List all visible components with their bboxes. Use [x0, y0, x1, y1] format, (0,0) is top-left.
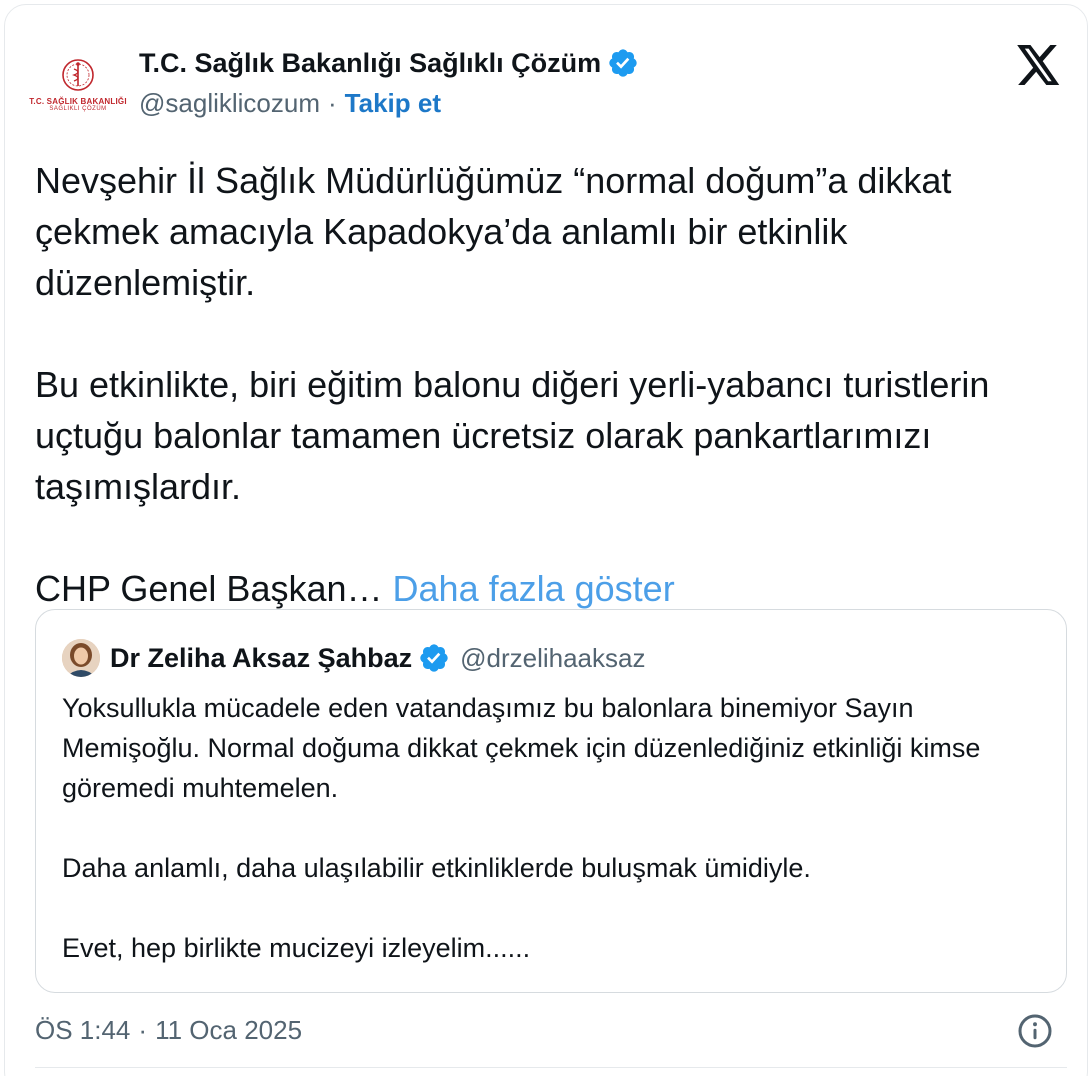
tweet-header: T.C. SAĞLIK BAKANLIĞI SAĞLIKLI ÇÖZÜM T.C…	[29, 45, 1069, 121]
handle-row: @sagliklicozum · Takip et	[139, 87, 441, 119]
show-more-link[interactable]: Daha fazla göster	[393, 568, 675, 609]
quoted-avatar[interactable]	[62, 639, 100, 677]
ministry-emblem-icon	[62, 58, 94, 91]
quoted-tweet-header: Dr Zeliha Aksaz Şahbaz @drzelihaaksaz	[62, 638, 645, 678]
quoted-handle[interactable]: @drzelihaaksaz	[460, 643, 645, 674]
name-row: T.C. Sağlık Bakanlığı Sağlıklı Çözüm	[139, 45, 639, 81]
tweet-paragraph-2: Bu etkinlikte, biri eğitim balonu diğeri…	[35, 364, 990, 507]
tweet-timestamp[interactable]: ÖS 1:44 · 11 Oca 2025	[35, 1013, 302, 1047]
tweet-date: 11 Oca 2025	[155, 1014, 303, 1045]
footer-divider	[35, 1067, 1067, 1068]
quoted-tweet[interactable]: Dr Zeliha Aksaz Şahbaz @drzelihaaksaz Yo…	[35, 609, 1067, 993]
tweet-paragraph-1: Nevşehir İl Sağlık Müdürlüğümüz “normal …	[35, 160, 952, 303]
quoted-tweet-body: Yoksullukla mücadele eden vatandaşımız b…	[62, 688, 1052, 968]
quoted-paragraph-1: Yoksullukla mücadele eden vatandaşımız b…	[62, 693, 981, 803]
tweet-body: Nevşehir İl Sağlık Müdürlüğümüz “normal …	[35, 155, 1055, 614]
tweet-time: ÖS 1:44	[35, 1014, 131, 1045]
tweet-paragraph-3: CHP Genel Başkan… Daha fazla göster	[35, 563, 1055, 614]
quoted-paragraph-2: Daha anlamlı, daha ulaşılabilir etkinlik…	[62, 853, 811, 883]
timestamp-separator: ·	[138, 1014, 148, 1045]
embedded-tweet-card: T.C. SAĞLIK BAKANLIĞI SAĞLIKLI ÇÖZÜM T.C…	[4, 4, 1088, 1076]
verified-badge-icon	[420, 644, 448, 672]
tweet-truncated-text: CHP Genel Başkan…	[35, 568, 383, 609]
verified-badge-icon	[609, 49, 637, 77]
follow-button[interactable]: Takip et	[345, 88, 441, 119]
account-avatar[interactable]: T.C. SAĞLIK BAKANLIĞI SAĞLIKLI ÇÖZÜM	[29, 45, 127, 121]
info-icon[interactable]	[1017, 1013, 1053, 1049]
account-display-name[interactable]: T.C. Sağlık Bakanlığı Sağlıklı Çözüm	[139, 48, 601, 79]
avatar-org-line1: T.C. SAĞLIK BAKANLIĞI	[29, 96, 127, 106]
x-logo-icon[interactable]	[1017, 45, 1061, 85]
person-avatar-icon	[62, 639, 100, 677]
account-handle[interactable]: @sagliklicozum	[139, 88, 320, 119]
handle-separator: ·	[328, 87, 337, 118]
avatar-org-line2: SAĞLIKLI ÇÖZÜM	[49, 105, 107, 112]
quoted-display-name[interactable]: Dr Zeliha Aksaz Şahbaz	[110, 643, 412, 674]
quoted-paragraph-3: Evet, hep birlikte mucizeyi izleyelim...…	[62, 933, 531, 963]
